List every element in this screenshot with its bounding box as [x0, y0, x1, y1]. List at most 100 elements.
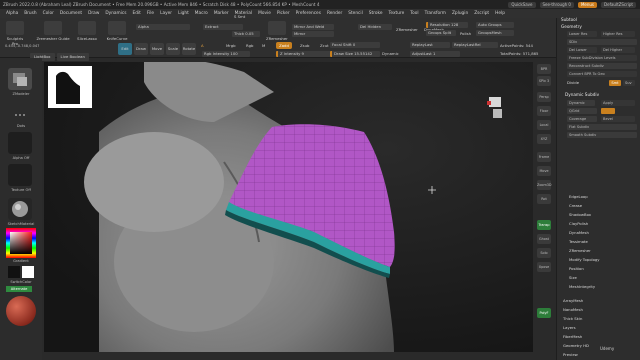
geometry-hd-menu[interactable]: Geometry HD [563, 343, 589, 348]
rotate-view-button[interactable]: Rot [537, 194, 551, 204]
subtool-header[interactable]: Subtool [561, 17, 577, 22]
spix-button[interactable]: SPix 3 [537, 76, 551, 86]
scale-mode-button[interactable]: Scale [166, 43, 180, 55]
meshintegrity-menu[interactable]: MeshIntegrity [569, 284, 595, 289]
extract-button[interactable]: Extract [203, 24, 243, 30]
arraymesh-menu[interactable]: ArrayMesh [563, 298, 583, 303]
z-intensity-slider[interactable]: Z Intensity 9 [276, 51, 332, 57]
tessimate-menu[interactable]: Tessimate [569, 239, 588, 244]
auto-groups-button[interactable]: Auto Groups [476, 22, 514, 28]
color-picker[interactable] [6, 228, 36, 258]
viewport-canvas[interactable] [44, 62, 534, 352]
rgb-toggle[interactable]: Rgb [246, 43, 253, 48]
bpr-button[interactable]: BPR [537, 64, 551, 74]
menu-macro[interactable]: Macro [192, 9, 211, 18]
alpha-slider[interactable]: Alpha [136, 24, 190, 30]
dynamic-subdiv-toggle[interactable]: Dynamic [567, 100, 595, 106]
menus-toggle[interactable]: Menus [577, 1, 598, 8]
replay-last-rel-button[interactable]: ReplayLastRel [452, 42, 498, 48]
a-toggle[interactable]: A [201, 43, 204, 48]
zsub-toggle[interactable]: Zsub [300, 43, 309, 48]
menu-help[interactable]: Help [492, 9, 508, 18]
modify-topology-menu[interactable]: Modify Topology [569, 257, 600, 262]
del-higher-button[interactable]: Del Higher [601, 47, 635, 53]
menu-file[interactable]: File [144, 9, 157, 18]
dynamic-subdiv-header[interactable]: Dynamic Subdiv [565, 92, 599, 97]
persp-button[interactable]: Persp [537, 92, 551, 102]
main-color-swatch[interactable] [8, 266, 20, 278]
convert-bpr-button[interactable]: Convert BPR To Geo [567, 71, 637, 77]
groups-split-button[interactable]: Groups Split [426, 30, 456, 36]
zoom3d-button[interactable]: Zoom3D [537, 180, 552, 190]
menu-transform[interactable]: Transform [422, 9, 449, 18]
menu-color[interactable]: Color [40, 9, 57, 18]
sculptris-pro-button[interactable]: Sculptris Pro [6, 21, 24, 46]
live-boolean-button[interactable]: Live Boolean [56, 53, 89, 61]
menu-movie[interactable]: Movie [255, 9, 274, 18]
mirror-button[interactable]: Mirror [292, 31, 334, 37]
menu-draw[interactable]: Draw [85, 9, 102, 18]
smt-toggle[interactable]: Smt [609, 80, 621, 86]
divide-button[interactable]: Divide [567, 80, 579, 85]
layers-menu[interactable]: Layers [563, 325, 576, 330]
xpose-button[interactable]: Xpose [537, 262, 551, 272]
dynamic-toggle[interactable]: Dynamic [382, 51, 399, 56]
secondary-color-swatch[interactable] [22, 266, 34, 278]
freeze-subdiv-button[interactable]: Freeze SubDivision Levels [567, 55, 637, 61]
alternate-button[interactable]: Alternate [6, 286, 32, 292]
reconstruct-subdiv-button[interactable]: Reconstruct Subdiv [567, 63, 637, 69]
material-thumbnail[interactable] [8, 198, 32, 220]
menu-marker[interactable]: Marker [211, 9, 232, 18]
mirror-weld-button[interactable]: Mirror And Weld [292, 24, 334, 30]
shadowbox-menu[interactable]: ShadowBox [569, 212, 591, 217]
nanomesh-menu[interactable]: NanoMesh [563, 307, 583, 312]
menu-brush[interactable]: Brush [21, 9, 39, 18]
slicelasso-button[interactable]: SliceLasso [77, 21, 97, 41]
s-smt-slider[interactable]: S Smt [232, 14, 254, 20]
menu-document[interactable]: Document [57, 9, 85, 18]
alpha-thumbnail[interactable] [8, 132, 32, 154]
rgb-intensity-slider[interactable]: Rgb Intensity 100 [202, 51, 250, 57]
draw-mode-button[interactable]: Draw [134, 43, 148, 55]
ghost-button[interactable]: Ghost [537, 234, 551, 244]
zremesher-shelf-button[interactable] [268, 21, 286, 35]
claypolish-menu[interactable]: ClayPolish [569, 221, 588, 226]
focal-shift-slider[interactable]: Focal Shift 0 [330, 42, 380, 48]
menu-layer[interactable]: Layer [157, 9, 175, 18]
replay-last-button[interactable]: ReplayLast [410, 42, 450, 48]
draw-size-slider[interactable]: Draw Size 15.55142 [330, 51, 380, 57]
menu-light[interactable]: Light [175, 9, 192, 18]
edgeloop-menu[interactable]: EdgeLoop [569, 194, 588, 199]
thick-slider[interactable]: Thick 0.05 [232, 31, 260, 37]
position-menu[interactable]: Position [569, 266, 584, 271]
higher-res-button[interactable]: Higher Res [601, 31, 635, 37]
zcut-toggle[interactable]: Zcut [320, 43, 329, 48]
menu-texture[interactable]: Texture [386, 9, 408, 18]
m-toggle[interactable]: M [262, 43, 265, 48]
menu-alpha[interactable]: Alpha [3, 9, 21, 18]
menu-stencil[interactable]: Stencil [345, 9, 366, 18]
zremesher-menu[interactable]: ZRemesher [569, 248, 591, 253]
coverage-slider[interactable]: Coverage [567, 116, 597, 122]
quicksave-button[interactable]: QuickSave [508, 1, 536, 8]
zremesher-text-button[interactable]: ZRemesher [396, 27, 418, 32]
preview-menu[interactable]: Preview [563, 352, 578, 357]
thick-skin-menu[interactable]: Thick Skin [563, 316, 582, 321]
del-hidden-button[interactable]: Del Hidden [358, 24, 392, 30]
lower-res-button[interactable]: Lower Res [567, 31, 597, 37]
menu-zscript[interactable]: Zscript [471, 9, 492, 18]
suv-toggle[interactable]: Suv [623, 80, 635, 86]
rotate-mode-button[interactable]: Rotate [182, 43, 196, 55]
qgrid-toggle[interactable] [601, 108, 615, 114]
seethrough-slider[interactable]: See-through 0 [539, 1, 574, 8]
move-mode-button[interactable]: Move [150, 43, 164, 55]
geometry-header[interactable]: Geometry [561, 24, 582, 29]
bevel-slider[interactable]: Bevel [601, 116, 635, 122]
fibermesh-menu[interactable]: FiberMesh [563, 334, 582, 339]
frame-button[interactable]: Frame [537, 152, 551, 162]
adjust-last-slider[interactable]: AdjustLast 1 [410, 51, 460, 57]
menu-tool[interactable]: Tool [407, 9, 421, 18]
groups-mesh-button[interactable]: GroupsMesh [476, 30, 514, 36]
apply-subdiv-button[interactable]: Apply [601, 100, 635, 106]
mrgb-toggle[interactable]: Mrgb [226, 43, 236, 48]
